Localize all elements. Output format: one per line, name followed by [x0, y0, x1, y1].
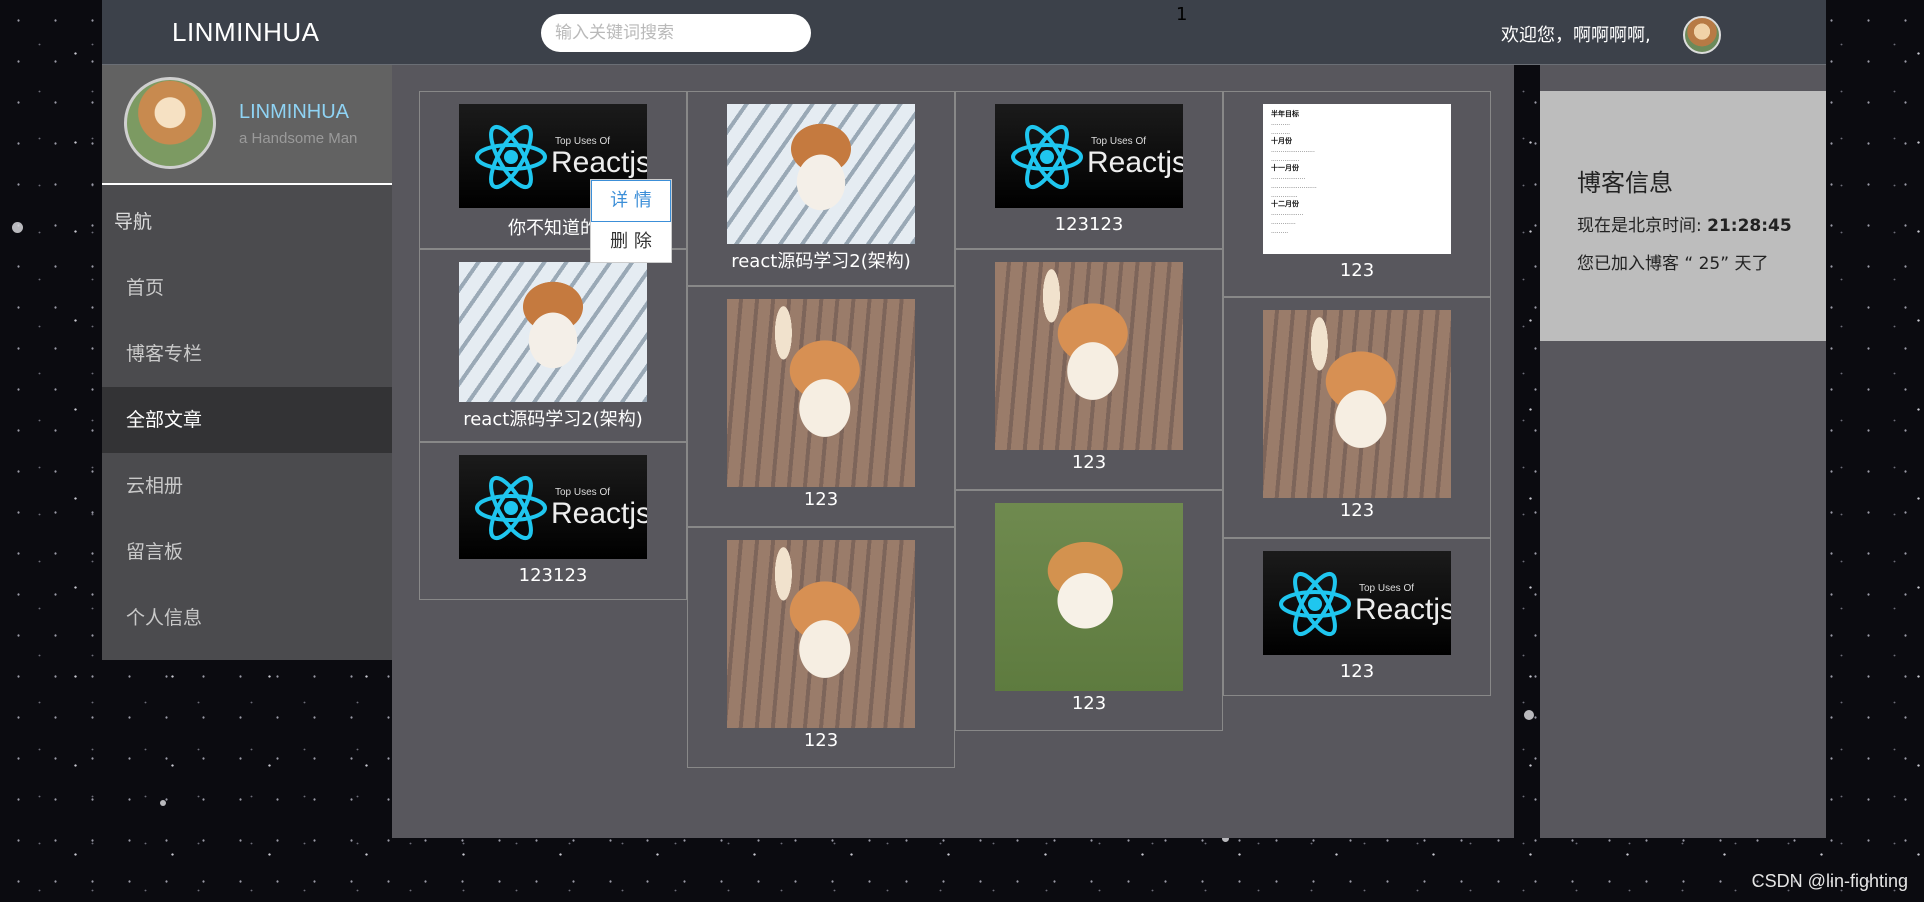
react-atom-icon [475, 475, 547, 541]
corgi-puppy-image [459, 262, 647, 402]
welcome-text: 欢迎您，啊啊啊啊, [1501, 25, 1651, 46]
sidebar-item-personal-info[interactable]: 个人信息 [102, 585, 392, 651]
top-header: LINMINHUA 1 欢迎您，啊啊啊啊, [102, 0, 1826, 65]
article-card[interactable]: react源码学习2(架构) [687, 91, 955, 286]
doc-line: 十一月份 [1271, 164, 1299, 172]
doc-line: 十月份 [1271, 137, 1292, 145]
sidebar-item-all-articles[interactable]: 全部文章 [102, 387, 392, 453]
article-caption: 123123 [1054, 214, 1124, 235]
nav-title: 导航 [114, 211, 153, 233]
card-context-menu: 详 情 删 除 [590, 179, 672, 263]
sidebar-item-cloud-album[interactable]: 云相册 [102, 453, 392, 519]
corgi-puppy-image [727, 104, 915, 244]
article-caption: react源码学习2(架构) [463, 409, 643, 430]
detail-button[interactable]: 详 情 [591, 180, 671, 222]
delete-button[interactable]: 删 除 [591, 222, 671, 262]
joined-days: 您已加入博客 “ 25” 天了 [1577, 254, 1769, 274]
user-avatar[interactable] [1683, 16, 1721, 54]
corgi-standing-image [727, 299, 915, 487]
profile-name: LINMINHUA [239, 101, 350, 123]
sidebar-item-home[interactable]: 首页 [102, 255, 392, 321]
sidebar: LINMINHUA a Handsome Man 导航 首页 博客专栏 全部文章… [102, 65, 392, 660]
article-card[interactable]: 123 [687, 527, 955, 768]
article-grid: Top Uses Of Reactjs 你不知道的 react源码学习2(架构) [392, 65, 1514, 838]
time-value: 21:28:45 [1707, 216, 1792, 236]
react-atom-icon [475, 124, 547, 190]
article-card[interactable]: 123 [1223, 297, 1491, 538]
blog-info-title: 博客信息 [1577, 169, 1673, 197]
right-sidebar: 博客信息 现在是北京时间: 21:28:45 您已加入博客 “ 25” 天了 [1540, 65, 1826, 838]
profile-avatar [124, 77, 216, 169]
corgi-standing-image [1263, 310, 1451, 498]
react-logo-thumbnail: Top Uses Of Reactjs [995, 104, 1183, 208]
react-logo-big-text: Reactjs [551, 497, 647, 530]
article-caption: 123 [1071, 452, 1107, 473]
profile-card: LINMINHUA a Handsome Man [102, 65, 392, 185]
article-card[interactable]: Top Uses Of Reactjs 123123 [419, 442, 687, 600]
corgi-running-image [995, 503, 1183, 691]
react-atom-icon [1279, 571, 1351, 637]
article-caption: 123 [1339, 661, 1375, 682]
document-thumbnail: 半年目标 .................... 十月份 ..........… [1263, 104, 1451, 254]
article-card[interactable]: react源码学习2(架构) [419, 249, 687, 442]
react-logo-thumbnail: Top Uses Of Reactjs [1263, 551, 1451, 655]
brand-logo[interactable]: LINMINHUA [172, 17, 320, 48]
article-caption: 123 [1071, 693, 1107, 714]
react-logo-thumbnail: Top Uses Of Reactjs [459, 455, 647, 559]
article-card[interactable]: 123 [687, 286, 955, 527]
sidebar-item-message-board[interactable]: 留言板 [102, 519, 392, 585]
article-caption: react源码学习2(架构) [731, 251, 911, 272]
corgi-standing-image [727, 540, 915, 728]
article-card[interactable]: 半年目标 .................... 十月份 ..........… [1223, 91, 1491, 297]
profile-subtitle: a Handsome Man [239, 130, 358, 147]
beijing-time: 现在是北京时间: 21:28:45 [1577, 211, 1792, 236]
article-card[interactable]: 123 [955, 249, 1223, 490]
react-logo-big-text: Reactjs [551, 146, 647, 179]
article-caption: 123 [803, 730, 839, 751]
react-logo-big-text: Reactjs [1087, 146, 1183, 179]
article-card[interactable]: Top Uses Of Reactjs 123 [1223, 538, 1491, 696]
article-caption: 123123 [518, 565, 588, 586]
search-input[interactable] [541, 14, 811, 52]
blog-info-panel: 博客信息 现在是北京时间: 21:28:45 您已加入博客 “ 25” 天了 [1540, 91, 1826, 341]
app-shell: LINMINHUA 1 欢迎您，啊啊啊啊, LINMINHUA a Handso… [102, 0, 1826, 838]
sidebar-item-blog-column[interactable]: 博客专栏 [102, 321, 392, 387]
react-logo-big-text: Reactjs [1355, 593, 1451, 626]
time-label: 现在是北京时间: [1577, 216, 1708, 236]
doc-line: 半年目标 [1271, 110, 1299, 118]
article-caption: 123 [1339, 500, 1375, 521]
corgi-standing-image [995, 262, 1183, 450]
article-card[interactable]: Top Uses Of Reactjs 123123 [955, 91, 1223, 249]
article-caption: 123 [803, 489, 839, 510]
csdn-watermark: CSDN @lin-fighting [1751, 871, 1908, 891]
react-atom-icon [1011, 124, 1083, 190]
doc-line: 十二月份 [1271, 200, 1299, 208]
snow-dot [12, 222, 23, 233]
article-card[interactable]: 123 [955, 490, 1223, 731]
page-number: 1 [1176, 4, 1188, 25]
article-caption: 123 [1339, 260, 1375, 281]
